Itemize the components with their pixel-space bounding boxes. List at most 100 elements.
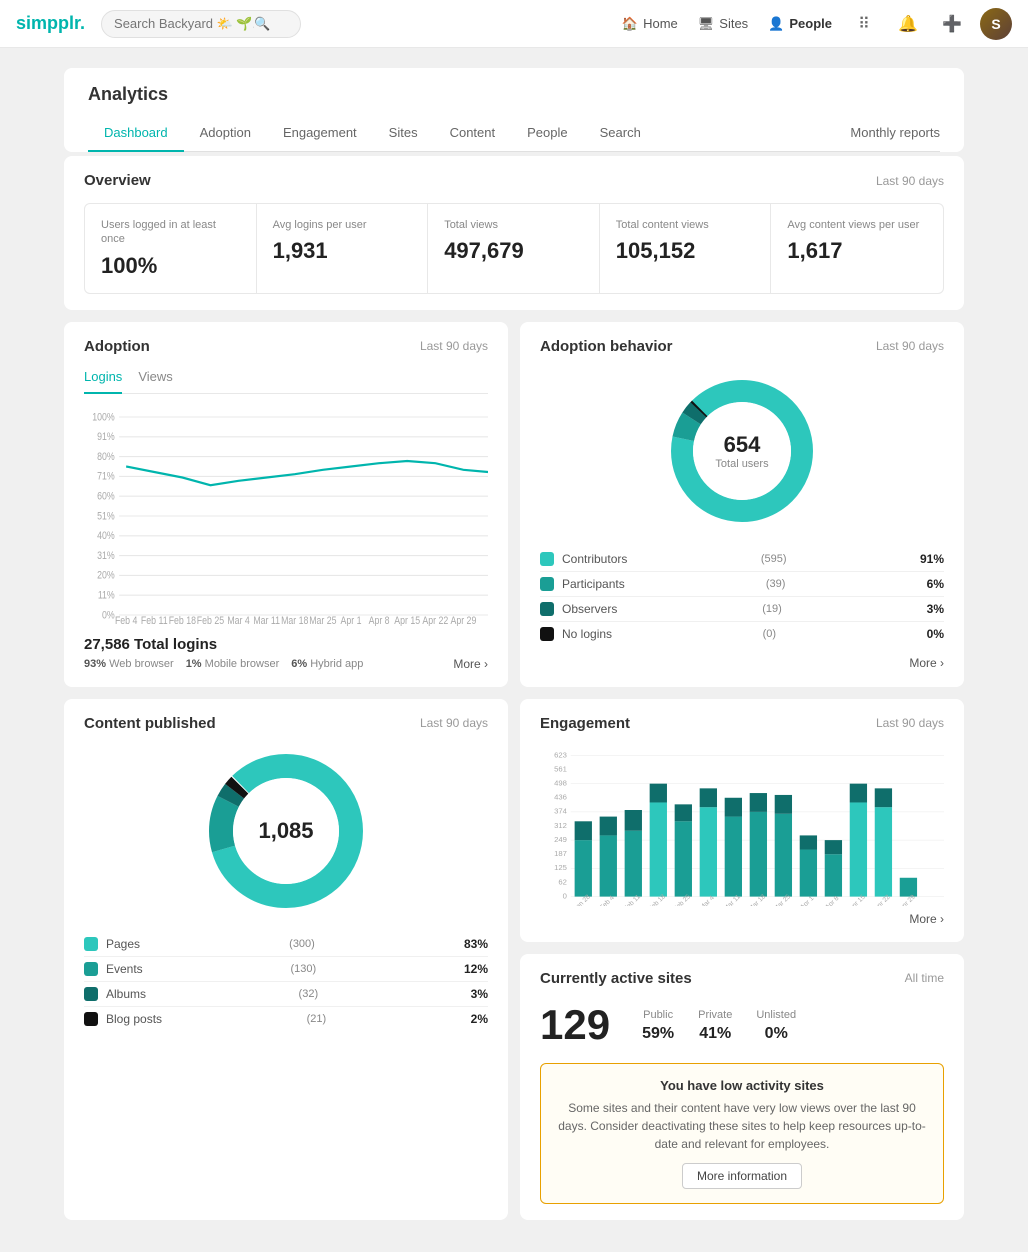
avatar[interactable]: S (980, 8, 1012, 40)
legend-label-pages: Pages (106, 937, 140, 951)
search-icon: 🔍 (254, 16, 270, 32)
nav-sites[interactable]: 🖥 Sites (698, 16, 748, 32)
site-stat-public: Public 59% (642, 1009, 674, 1043)
legend-count-albums: (32) (299, 988, 319, 1000)
overview-grid: Users logged in at least once 100% Avg l… (84, 203, 944, 294)
nav-home[interactable]: 🏠 Home (622, 16, 678, 32)
svg-text:51%: 51% (97, 510, 115, 522)
content-header: Content published Last 90 days (84, 715, 488, 732)
svg-text:91%: 91% (97, 431, 115, 443)
more-info-button[interactable]: More information (682, 1163, 802, 1189)
svg-text:11%: 11% (98, 589, 115, 601)
svg-text:0%: 0% (102, 609, 115, 621)
adoption-card-title: Adoption (84, 338, 150, 355)
legend-left-3: No logins (540, 627, 612, 641)
legend-left-0: Contributors (540, 552, 627, 566)
adoption-line-chart: 100% 91% 80% 71% 60% 51% 40% 31% 20% 11%… (84, 406, 488, 626)
legend-nologins: No logins (0) 0% (540, 622, 944, 646)
tab-adoption[interactable]: Adoption (184, 117, 267, 152)
svg-text:Mar 4: Mar 4 (227, 615, 250, 626)
tab-dashboard[interactable]: Dashboard (88, 117, 184, 152)
legend-albums: Albums (32) 3% (84, 982, 488, 1007)
engagement-timeframe: Last 90 days (876, 716, 944, 730)
adoption-tabs: Logins Views (84, 369, 488, 394)
plus-icon-button[interactable]: ➕ (936, 8, 968, 40)
legend-dot-0 (540, 552, 554, 566)
overview-cell-3: Total content views 105,152 (600, 204, 772, 293)
tab-engagement[interactable]: Engagement (267, 117, 373, 152)
overview-header: Overview Last 90 days (84, 172, 944, 189)
alert-text: Some sites and their content have very l… (557, 1099, 927, 1153)
tab-content[interactable]: Content (434, 117, 512, 152)
svg-text:498: 498 (554, 778, 567, 787)
legend-label-albums: Albums (106, 987, 146, 1001)
site-label-unlisted: Unlisted (756, 1009, 796, 1021)
legend-participants: Participants (39) 6% (540, 572, 944, 597)
svg-text:Feb 25: Feb 25 (197, 615, 225, 626)
tab-people[interactable]: People (511, 117, 583, 152)
analytics-header: Analytics Dashboard Adoption Engagement … (64, 68, 964, 152)
svg-text:Apr 29: Apr 29 (450, 615, 476, 626)
nav-people[interactable]: 👤 People (768, 16, 832, 32)
legend-dot-events (84, 962, 98, 976)
legend-count-pages: (300) (289, 938, 315, 950)
overview-label-2: Total views (444, 218, 583, 232)
engagement-more-link[interactable]: More › (540, 912, 944, 926)
sites-title: Currently active sites (540, 970, 692, 987)
legend-count-1: (39) (766, 578, 786, 590)
right-col: Engagement Last 90 days 623 561 498 436 … (520, 699, 964, 1220)
svg-text:Apr 15: Apr 15 (394, 615, 420, 626)
legend-pct-albums: 3% (471, 987, 488, 1001)
bell-icon-button[interactable]: 🔔 (892, 8, 924, 40)
overview-timeframe: Last 90 days (876, 174, 944, 188)
content-donut-center: 1,085 (258, 818, 313, 844)
legend-dot-pages (84, 937, 98, 951)
adoption-more-link[interactable]: More › (453, 657, 488, 671)
nav-actions: ⠿ 🔔 ➕ S (848, 8, 1012, 40)
tab-search[interactable]: Search (584, 117, 657, 152)
legend-dot-2 (540, 602, 554, 616)
legend-left-albums: Albums (84, 987, 146, 1001)
svg-text:312: 312 (554, 821, 567, 830)
svg-text:Apr 1: Apr 1 (341, 615, 362, 626)
adoption-legend: Contributors (595) 91% Participants (39)… (540, 547, 944, 646)
search-bar[interactable]: 🔍 (101, 10, 301, 38)
sites-header: Currently active sites All time (540, 970, 944, 987)
monthly-reports-link[interactable]: Monthly reports (850, 117, 940, 151)
adoption-tab-logins[interactable]: Logins (84, 369, 122, 394)
legend-left-1: Participants (540, 577, 625, 591)
sites-total: 129 (540, 1001, 610, 1049)
svg-text:125: 125 (554, 863, 567, 872)
content-legend: Pages (300) 83% Events (130) 12% (84, 932, 488, 1031)
legend-left-pages: Pages (84, 937, 140, 951)
legend-dot-albums (84, 987, 98, 1001)
adoption-tab-views[interactable]: Views (138, 369, 172, 394)
legend-count-3: (0) (763, 628, 776, 640)
legend-left-blogposts: Blog posts (84, 1012, 162, 1026)
main-content: Analytics Dashboard Adoption Engagement … (64, 48, 964, 1252)
legend-pct-3: 0% (927, 627, 944, 641)
tab-sites[interactable]: Sites (373, 117, 434, 152)
engagement-title: Engagement (540, 715, 630, 732)
grid-icon-button[interactable]: ⠿ (848, 8, 880, 40)
analytics-tabs: Dashboard Adoption Engagement Sites Cont… (88, 117, 940, 152)
overview-value-3: 105,152 (616, 238, 755, 264)
svg-text:561: 561 (554, 764, 567, 773)
overview-value-0: 100% (101, 253, 240, 279)
legend-events: Events (130) 12% (84, 957, 488, 982)
svg-text:0: 0 (563, 891, 567, 900)
legend-pct-blogposts: 2% (471, 1012, 488, 1026)
avatar-image: S (980, 8, 1012, 40)
behavior-more-link[interactable]: More › (540, 656, 944, 670)
adoption-behavior-header: Adoption behavior Last 90 days (540, 338, 944, 355)
site-stat-private: Private 41% (698, 1009, 732, 1043)
legend-left-events: Events (84, 962, 143, 976)
search-input[interactable] (114, 16, 254, 31)
adoption-donut: 654 Total users (662, 371, 822, 531)
content-published-card: Content published Last 90 days 1,085 (64, 699, 508, 1220)
adoption-card-header: Adoption Last 90 days (84, 338, 488, 355)
engagement-header: Engagement Last 90 days (540, 715, 944, 732)
overview-label-3: Total content views (616, 218, 755, 232)
svg-text:Mar 25: Mar 25 (309, 615, 337, 626)
legend-count-events: (130) (290, 963, 316, 975)
